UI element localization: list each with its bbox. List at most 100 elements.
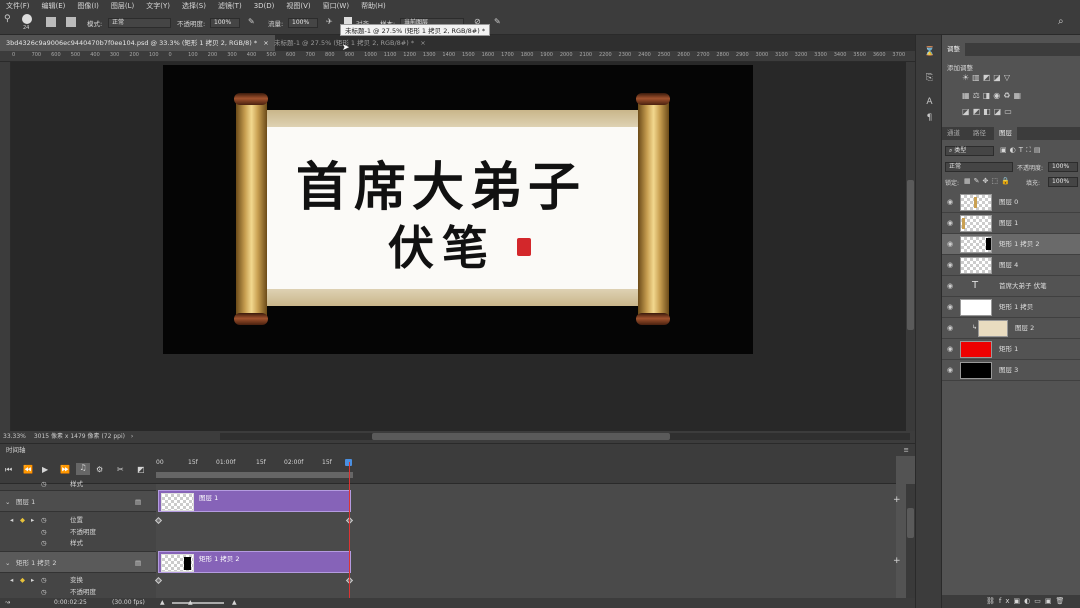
- menu-type[interactable]: 文字(Y): [140, 1, 176, 11]
- stopwatch-icon[interactable]: ◷: [41, 527, 47, 538]
- timeline-layer-header[interactable]: ⌄ 矩形 1 拷贝 2 ▤: [0, 551, 156, 573]
- tab-channels[interactable]: 通道: [942, 127, 965, 140]
- panel-menu-icon[interactable]: ≡: [904, 444, 909, 456]
- menu-help[interactable]: 帮助(H): [355, 1, 392, 11]
- add-media-icon[interactable]: +: [893, 556, 901, 566]
- layer-opacity-field[interactable]: 100%: [1048, 162, 1078, 172]
- split-scissors-icon[interactable]: ✂: [117, 465, 124, 474]
- timeline-clip[interactable]: 图层 1: [158, 490, 351, 512]
- tab-layers[interactable]: 图层: [994, 127, 1017, 140]
- eye-icon[interactable]: ◉: [947, 324, 953, 332]
- stopwatch-icon[interactable]: ◷: [41, 587, 47, 598]
- pressure-size-icon[interactable]: ✎: [494, 17, 504, 27]
- clone-source-icon[interactable]: [46, 17, 56, 27]
- photo-filter-icon[interactable]: ◉: [993, 91, 1000, 100]
- paragraph-icon[interactable]: ¶: [924, 113, 935, 124]
- layer-row[interactable]: ◉ T 首席大弟子 伏笔: [942, 276, 1080, 297]
- previous-frame-icon[interactable]: ⏪: [23, 465, 33, 474]
- layer-filter-select[interactable]: ⌕ 类型: [945, 146, 994, 156]
- transition-icon[interactable]: ◩: [137, 465, 145, 474]
- posterize-icon[interactable]: ◩: [973, 107, 981, 116]
- audio-icon[interactable]: ♫: [76, 463, 90, 475]
- settings-gear-icon[interactable]: ⚙: [96, 465, 103, 474]
- channel-mixer-icon[interactable]: ♻: [1003, 91, 1010, 100]
- exposure-icon[interactable]: ◪: [993, 73, 1001, 82]
- vibrance-icon[interactable]: ▽: [1004, 73, 1010, 82]
- eye-icon[interactable]: ◉: [947, 219, 953, 227]
- zoom-level[interactable]: 33.33%: [3, 433, 26, 440]
- eye-icon[interactable]: ◉: [947, 303, 953, 311]
- menu-file[interactable]: 文件(F): [0, 1, 36, 11]
- eye-icon[interactable]: ◉: [947, 345, 953, 353]
- prev-keyframe-icon[interactable]: ◂: [10, 575, 13, 586]
- layer-row[interactable]: ◉ 矩形 1 拷贝 2: [942, 234, 1080, 255]
- eye-icon[interactable]: ◉: [947, 261, 953, 269]
- vertical-scroll-thumb[interactable]: [907, 180, 914, 330]
- layer-row[interactable]: ◉ 图层 3: [942, 360, 1080, 381]
- lock-icons[interactable]: ▦✎✥⬚🔒: [964, 177, 1013, 185]
- next-keyframe-icon[interactable]: ▸: [31, 515, 34, 526]
- timeline-ruler[interactable]: 00 15f 01:00f 15f 02:00f 15f: [156, 456, 896, 484]
- add-keyframe-icon[interactable]: ◆: [20, 575, 25, 586]
- stopwatch-icon[interactable]: ◷: [41, 575, 47, 586]
- threshold-icon[interactable]: ◧: [983, 107, 991, 116]
- stopwatch-icon[interactable]: ◷: [41, 515, 47, 526]
- chevron-down-icon[interactable]: ⌄: [5, 491, 10, 513]
- invert-icon[interactable]: ◪: [962, 107, 970, 116]
- film-strip-icon[interactable]: ▤: [135, 491, 141, 513]
- flow-field[interactable]: 100%: [288, 18, 318, 28]
- stopwatch-icon[interactable]: ◷: [41, 479, 47, 490]
- mode-select[interactable]: 正常: [108, 18, 171, 28]
- eye-icon[interactable]: ◉: [947, 240, 953, 248]
- filter-toggle-icons[interactable]: ▣◐T⛶▤: [1000, 146, 1044, 155]
- color-lookup-icon[interactable]: ▦: [1013, 91, 1021, 100]
- chevron-down-icon[interactable]: ⌄: [5, 552, 10, 574]
- character-icon[interactable]: A: [924, 97, 935, 108]
- timeline-scrollbar[interactable]: [906, 484, 915, 598]
- search-icon[interactable]: ⌕: [1058, 16, 1070, 28]
- status-arrow-icon[interactable]: ›: [131, 433, 133, 440]
- menu-filter[interactable]: 滤镜(T): [212, 1, 248, 11]
- horizontal-scroll-thumb[interactable]: [372, 433, 670, 440]
- layer-row[interactable]: ◉ 图层 4: [942, 255, 1080, 276]
- close-icon[interactable]: ×: [420, 39, 425, 47]
- menu-3d[interactable]: 3D(D): [248, 2, 281, 10]
- opacity-field[interactable]: 100%: [210, 18, 240, 28]
- airbrush-icon[interactable]: ✈: [326, 17, 336, 27]
- film-strip-icon[interactable]: ▤: [135, 552, 141, 574]
- layer-row[interactable]: ◉ 矩形 1: [942, 339, 1080, 360]
- layer-row[interactable]: ◉ 图层 1: [942, 213, 1080, 234]
- layer-row[interactable]: ◉ 图层 0: [942, 192, 1080, 213]
- fill-field[interactable]: 100%: [1048, 177, 1078, 187]
- work-area-bar[interactable]: [156, 472, 353, 478]
- next-keyframe-icon[interactable]: ▸: [31, 575, 34, 586]
- zoom-slider-handle[interactable]: ▲: [188, 598, 193, 608]
- timeline-clip[interactable]: 矩形 1 拷贝 2: [158, 551, 351, 573]
- layer-action-icons[interactable]: ⛓fx▣◐▭▣🗑: [986, 597, 1068, 605]
- add-media-icon[interactable]: +: [893, 495, 901, 505]
- timeline-scroll-thumb[interactable]: [907, 508, 914, 538]
- color-balance-icon[interactable]: ⚖: [973, 91, 980, 100]
- eye-icon[interactable]: ◉: [947, 198, 953, 206]
- menu-window[interactable]: 窗口(W): [317, 1, 355, 11]
- clone-stamp-icon[interactable]: ⚲: [4, 14, 16, 26]
- menu-image[interactable]: 图像(I): [71, 1, 105, 11]
- zoom-in-icon[interactable]: ▲: [232, 598, 237, 608]
- brush-preset-icon[interactable]: [22, 14, 32, 24]
- eye-icon[interactable]: ◉: [947, 366, 953, 374]
- tab-paths[interactable]: 路径: [968, 127, 991, 140]
- toggle-brush-panel-icon[interactable]: [66, 17, 76, 27]
- play-icon[interactable]: ▶: [42, 465, 48, 474]
- zoom-slider[interactable]: [172, 602, 224, 604]
- selective-color-icon[interactable]: ◪: [994, 107, 1002, 116]
- clone-source-icon[interactable]: ⎘: [924, 73, 935, 84]
- curves-icon[interactable]: ◩: [983, 73, 991, 82]
- tab-adjustments[interactable]: 调整: [942, 43, 965, 56]
- history-icon[interactable]: ⌛: [924, 47, 935, 58]
- next-frame-icon[interactable]: ⏩: [60, 465, 70, 474]
- menu-view[interactable]: 视图(V): [280, 1, 316, 11]
- black-white-icon[interactable]: ◨: [983, 91, 991, 100]
- zoom-out-icon[interactable]: ▲: [160, 598, 165, 608]
- stopwatch-icon[interactable]: ◷: [41, 538, 47, 549]
- gradient-map-icon[interactable]: ▭: [1004, 107, 1012, 116]
